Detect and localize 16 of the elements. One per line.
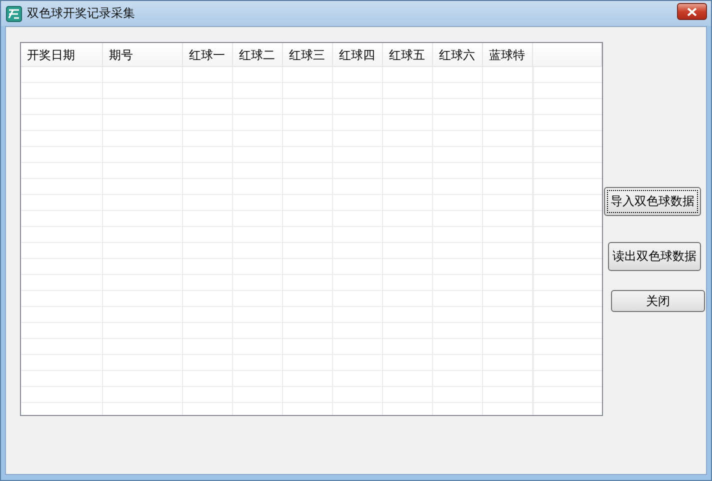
close-button[interactable] <box>677 3 707 20</box>
column-header[interactable]: 红球三 <box>283 43 333 66</box>
close-icon <box>687 8 697 16</box>
column-header[interactable]: 红球二 <box>233 43 283 66</box>
column-header[interactable]: 红球一 <box>183 43 233 66</box>
action-button[interactable]: 关闭 <box>611 290 705 312</box>
action-button[interactable]: 导入双色球数据 <box>604 187 701 216</box>
column-header[interactable]: 蓝球特 <box>483 43 533 66</box>
column-header[interactable]: 红球四 <box>333 43 383 66</box>
action-button[interactable]: 读出双色球数据 <box>608 242 701 271</box>
column-header[interactable]: 红球六 <box>433 43 483 66</box>
window-title: 双色球开奖记录采集 <box>27 5 135 22</box>
column-header[interactable]: 红球五 <box>383 43 433 66</box>
column-header[interactable]: 期号 <box>103 43 183 66</box>
app-icon <box>6 6 22 22</box>
column-header[interactable]: 开奖日期 <box>21 43 103 66</box>
